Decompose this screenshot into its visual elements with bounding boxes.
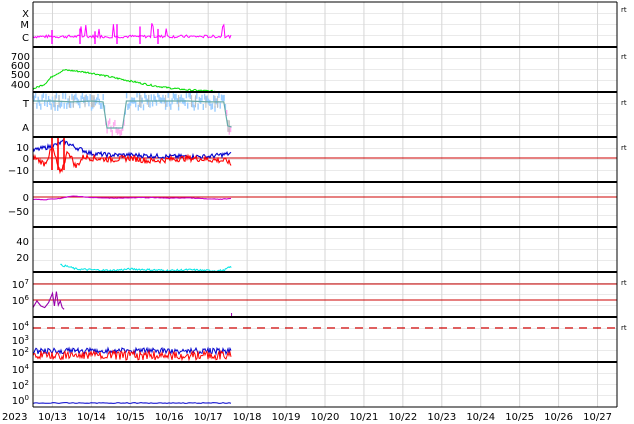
dst-tick-label: −50 bbox=[8, 207, 29, 218]
xray-tick-label: M bbox=[20, 20, 29, 31]
right-mark-label: rt bbox=[621, 324, 627, 332]
x-tick-label: 10/15 bbox=[116, 412, 145, 423]
bz-line bbox=[32, 147, 232, 175]
density-tick-label: 20 bbox=[16, 253, 29, 264]
x-tick-label: 10/16 bbox=[155, 412, 184, 423]
x-tick-label: 10/17 bbox=[194, 412, 223, 423]
x-tick-label: 10/27 bbox=[583, 412, 612, 423]
x-tick-label: 10/23 bbox=[427, 412, 456, 423]
space-weather-chart: XMC700600500400TA100−100−504020107106104… bbox=[2, 1, 627, 423]
right-mark-label: rt bbox=[621, 6, 627, 14]
proton-tick-label: 106 bbox=[12, 294, 30, 307]
density-tick-label: 40 bbox=[16, 237, 29, 248]
x-tick-label: 10/13 bbox=[38, 412, 67, 423]
right-mark-label: rt bbox=[621, 53, 627, 61]
x-tick-label: 10/25 bbox=[505, 412, 534, 423]
proton-tick-label: 107 bbox=[12, 278, 29, 291]
x-tick-label: 10/26 bbox=[544, 412, 573, 423]
right-mark-label: rt bbox=[621, 279, 627, 287]
electron-tick-label: 102 bbox=[12, 346, 29, 359]
kp-tick-label: 102 bbox=[12, 379, 29, 392]
bt-line bbox=[32, 138, 232, 161]
speed-tick-label: 400 bbox=[11, 80, 30, 91]
kp-tick-label: 100 bbox=[12, 394, 29, 407]
kp-line bbox=[32, 402, 232, 404]
x-tick-label: 10/14 bbox=[77, 412, 106, 423]
x-tick-label: 10/20 bbox=[311, 412, 340, 423]
xray-tick-label: C bbox=[22, 33, 29, 44]
x-tick-label: 10/21 bbox=[350, 412, 379, 423]
polarity-tick-label: T bbox=[22, 99, 30, 110]
x-tick-label: 10/22 bbox=[388, 412, 417, 423]
xray-tick-label: X bbox=[22, 9, 29, 20]
bfield-tick-label: 10 bbox=[16, 143, 29, 154]
bfield-tick-label: −10 bbox=[8, 166, 29, 177]
kp-tick-label: 104 bbox=[12, 363, 30, 376]
x-tick-label: 10/19 bbox=[272, 412, 301, 423]
density-line bbox=[60, 263, 232, 273]
right-mark-label: rt bbox=[621, 99, 627, 107]
dst-tick-label: 0 bbox=[23, 193, 29, 204]
x-tick-label: 10/24 bbox=[466, 412, 495, 423]
electron-low-line bbox=[32, 349, 232, 362]
bfield-tick-label: 0 bbox=[23, 154, 29, 165]
polarity-tick-label: A bbox=[22, 123, 29, 134]
electron-tick-label: 104 bbox=[12, 320, 30, 333]
x-axis-year-label: 2023 bbox=[2, 412, 27, 423]
x-tick-label: 10/18 bbox=[233, 412, 262, 423]
right-mark-label: rt bbox=[621, 144, 627, 152]
